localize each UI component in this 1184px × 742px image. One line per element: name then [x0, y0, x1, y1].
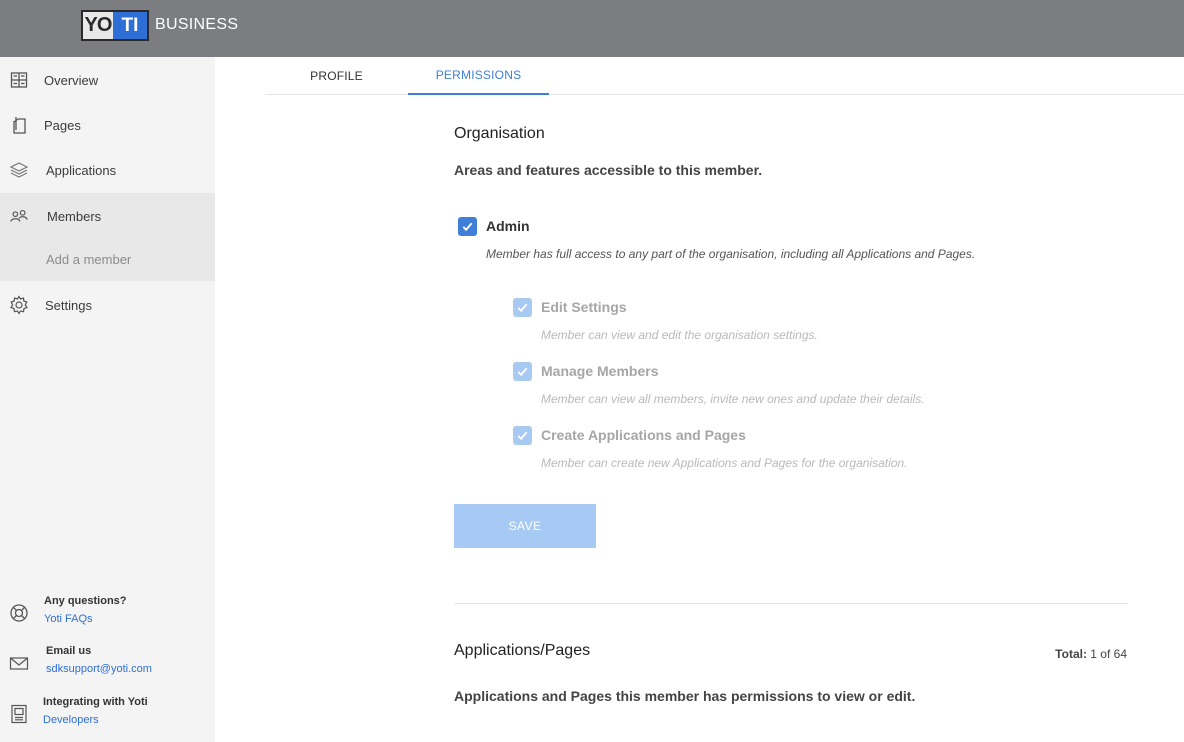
sidebar-item-label: Members [47, 208, 102, 224]
email-link[interactable]: sdksupport@yoti.com [46, 663, 152, 675]
save-button[interactable]: SAVE [454, 504, 596, 548]
edit-settings-label: Edit Settings [541, 299, 627, 315]
create-applications-checkbox[interactable] [513, 426, 532, 445]
check-icon [517, 367, 528, 377]
layers-icon [9, 160, 29, 180]
tab-profile[interactable]: PROFILE [265, 57, 408, 95]
help-title: Any questions? [44, 595, 127, 607]
logo-right-text: TI [113, 12, 147, 39]
help-email: Email us sdksupport@yoti.com [0, 645, 215, 685]
sidebar-item-members[interactable]: Members [0, 193, 215, 239]
applications-subtitle: Applications and Pages this member has p… [454, 688, 916, 704]
manage-members-description: Member can view all members, invite new … [541, 392, 925, 406]
section-divider [454, 603, 1128, 604]
sidebar-item-label: Applications [46, 162, 117, 178]
help-title: Email us [46, 645, 92, 657]
create-applications-description: Member can create new Applications and P… [541, 456, 908, 470]
organisation-subtitle: Areas and features accessible to this me… [454, 162, 763, 178]
developers-link[interactable]: Developers [43, 714, 99, 726]
top-bar: YO TI BUSINESS [0, 0, 1184, 57]
yoti-logo[interactable]: YO TI [81, 10, 149, 41]
help-developers: Integrating with Yoti Developers [0, 696, 215, 736]
sidebar-item-label: Pages [44, 117, 81, 133]
tab-bar: PROFILE PERMISSIONS [265, 57, 1184, 95]
lifebuoy-icon [9, 603, 29, 623]
tab-permissions[interactable]: PERMISSIONS [408, 57, 549, 95]
applications-total: Total: 1 of 64 [1055, 647, 1127, 661]
check-icon [517, 431, 528, 441]
manage-members-checkbox[interactable] [513, 362, 532, 381]
help-title: Integrating with Yoti [43, 696, 148, 708]
applications-heading: Applications/Pages [454, 642, 591, 659]
sidebar-item-overview[interactable]: Overview [0, 57, 215, 103]
sidebar-subitem-add-member[interactable]: Add a member [0, 238, 215, 281]
members-icon [9, 206, 29, 226]
grid-icon [9, 70, 29, 90]
pages-icon [9, 115, 29, 135]
sidebar: Overview Pages Applications Members Add … [0, 57, 215, 742]
brand-label: BUSINESS [155, 16, 239, 33]
total-label: Total: [1055, 647, 1087, 661]
sidebar-item-label: Overview [44, 72, 99, 88]
create-applications-label: Create Applications and Pages [541, 427, 746, 443]
total-value: 1 of 64 [1090, 647, 1127, 661]
admin-description: Member has full access to any part of th… [486, 247, 976, 261]
check-icon [462, 222, 473, 232]
sidebar-item-label: Settings [45, 297, 92, 313]
manage-members-label: Manage Members [541, 363, 659, 379]
sidebar-item-settings[interactable]: Settings [0, 282, 215, 328]
sidebar-item-applications[interactable]: Applications [0, 147, 215, 193]
logo-left-text: YO [84, 14, 113, 36]
document-icon [9, 704, 29, 724]
admin-label: Admin [486, 218, 530, 234]
sidebar-item-pages[interactable]: Pages [0, 102, 215, 148]
mail-icon [9, 653, 29, 673]
sidebar-subitem-label: Add a member [46, 252, 132, 267]
edit-settings-checkbox[interactable] [513, 298, 532, 317]
gear-icon [9, 295, 29, 315]
organisation-heading: Organisation [454, 125, 545, 142]
edit-settings-description: Member can view and edit the organisatio… [541, 328, 818, 342]
admin-checkbox[interactable] [458, 217, 477, 236]
help-faqs: Any questions? Yoti FAQs [0, 595, 215, 635]
faq-link[interactable]: Yoti FAQs [44, 613, 93, 625]
check-icon [517, 303, 528, 313]
